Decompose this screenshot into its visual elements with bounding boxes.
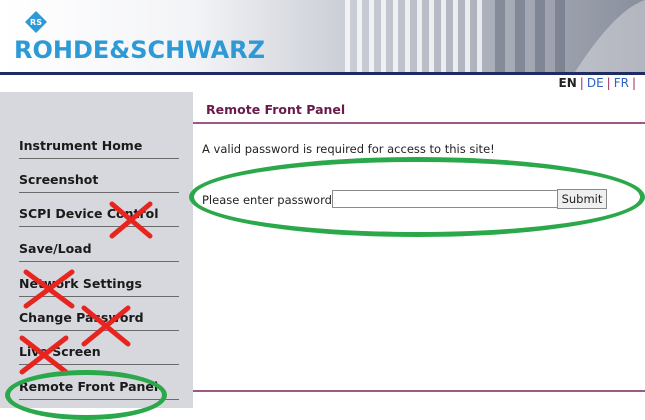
sidebar-item-network-settings[interactable]: Network Settings bbox=[19, 274, 179, 297]
sidebar-item-scpi-device-control[interactable]: SCPI Device Control bbox=[19, 204, 179, 227]
header-decoration bbox=[345, 0, 645, 72]
language-bar: EN | DE | FR | bbox=[0, 75, 645, 93]
lang-en-link[interactable]: EN bbox=[559, 76, 577, 90]
submit-button[interactable]: Submit bbox=[557, 189, 607, 209]
sidebar-item-save-load[interactable]: Save/Load bbox=[19, 239, 179, 262]
sidebar-item-instrument-home[interactable]: Instrument Home bbox=[19, 136, 179, 159]
sidebar-item-live-screen[interactable]: Live Screen bbox=[19, 342, 179, 365]
page-title: Remote Front Panel bbox=[206, 102, 346, 117]
main-content: Remote Front Panel A valid password is r… bbox=[193, 92, 645, 408]
title-divider bbox=[193, 122, 645, 124]
sidebar-nav: Instrument Home Screenshot SCPI Device C… bbox=[0, 92, 193, 408]
brand-logo-text: ROHDE&SCHWARZ bbox=[14, 36, 266, 64]
password-input[interactable] bbox=[332, 190, 560, 208]
bottom-divider bbox=[193, 390, 645, 392]
svg-text:RS: RS bbox=[30, 18, 42, 27]
sidebar-item-screenshot[interactable]: Screenshot bbox=[19, 170, 179, 193]
access-message: A valid password is required for access … bbox=[202, 142, 495, 156]
rs-diamond-logo-icon: RS bbox=[25, 11, 47, 33]
language-switcher: EN | DE | FR | bbox=[558, 76, 636, 90]
lang-de-link[interactable]: DE bbox=[587, 76, 604, 90]
header-banner: RS ROHDE&SCHWARZ bbox=[0, 0, 645, 75]
lang-fr-link[interactable]: FR bbox=[614, 76, 629, 90]
password-label: Please enter password: bbox=[202, 193, 336, 207]
sidebar-item-remote-front-panel[interactable]: Remote Front Panel bbox=[19, 377, 179, 400]
sidebar-item-change-password[interactable]: Change Password bbox=[19, 308, 179, 331]
